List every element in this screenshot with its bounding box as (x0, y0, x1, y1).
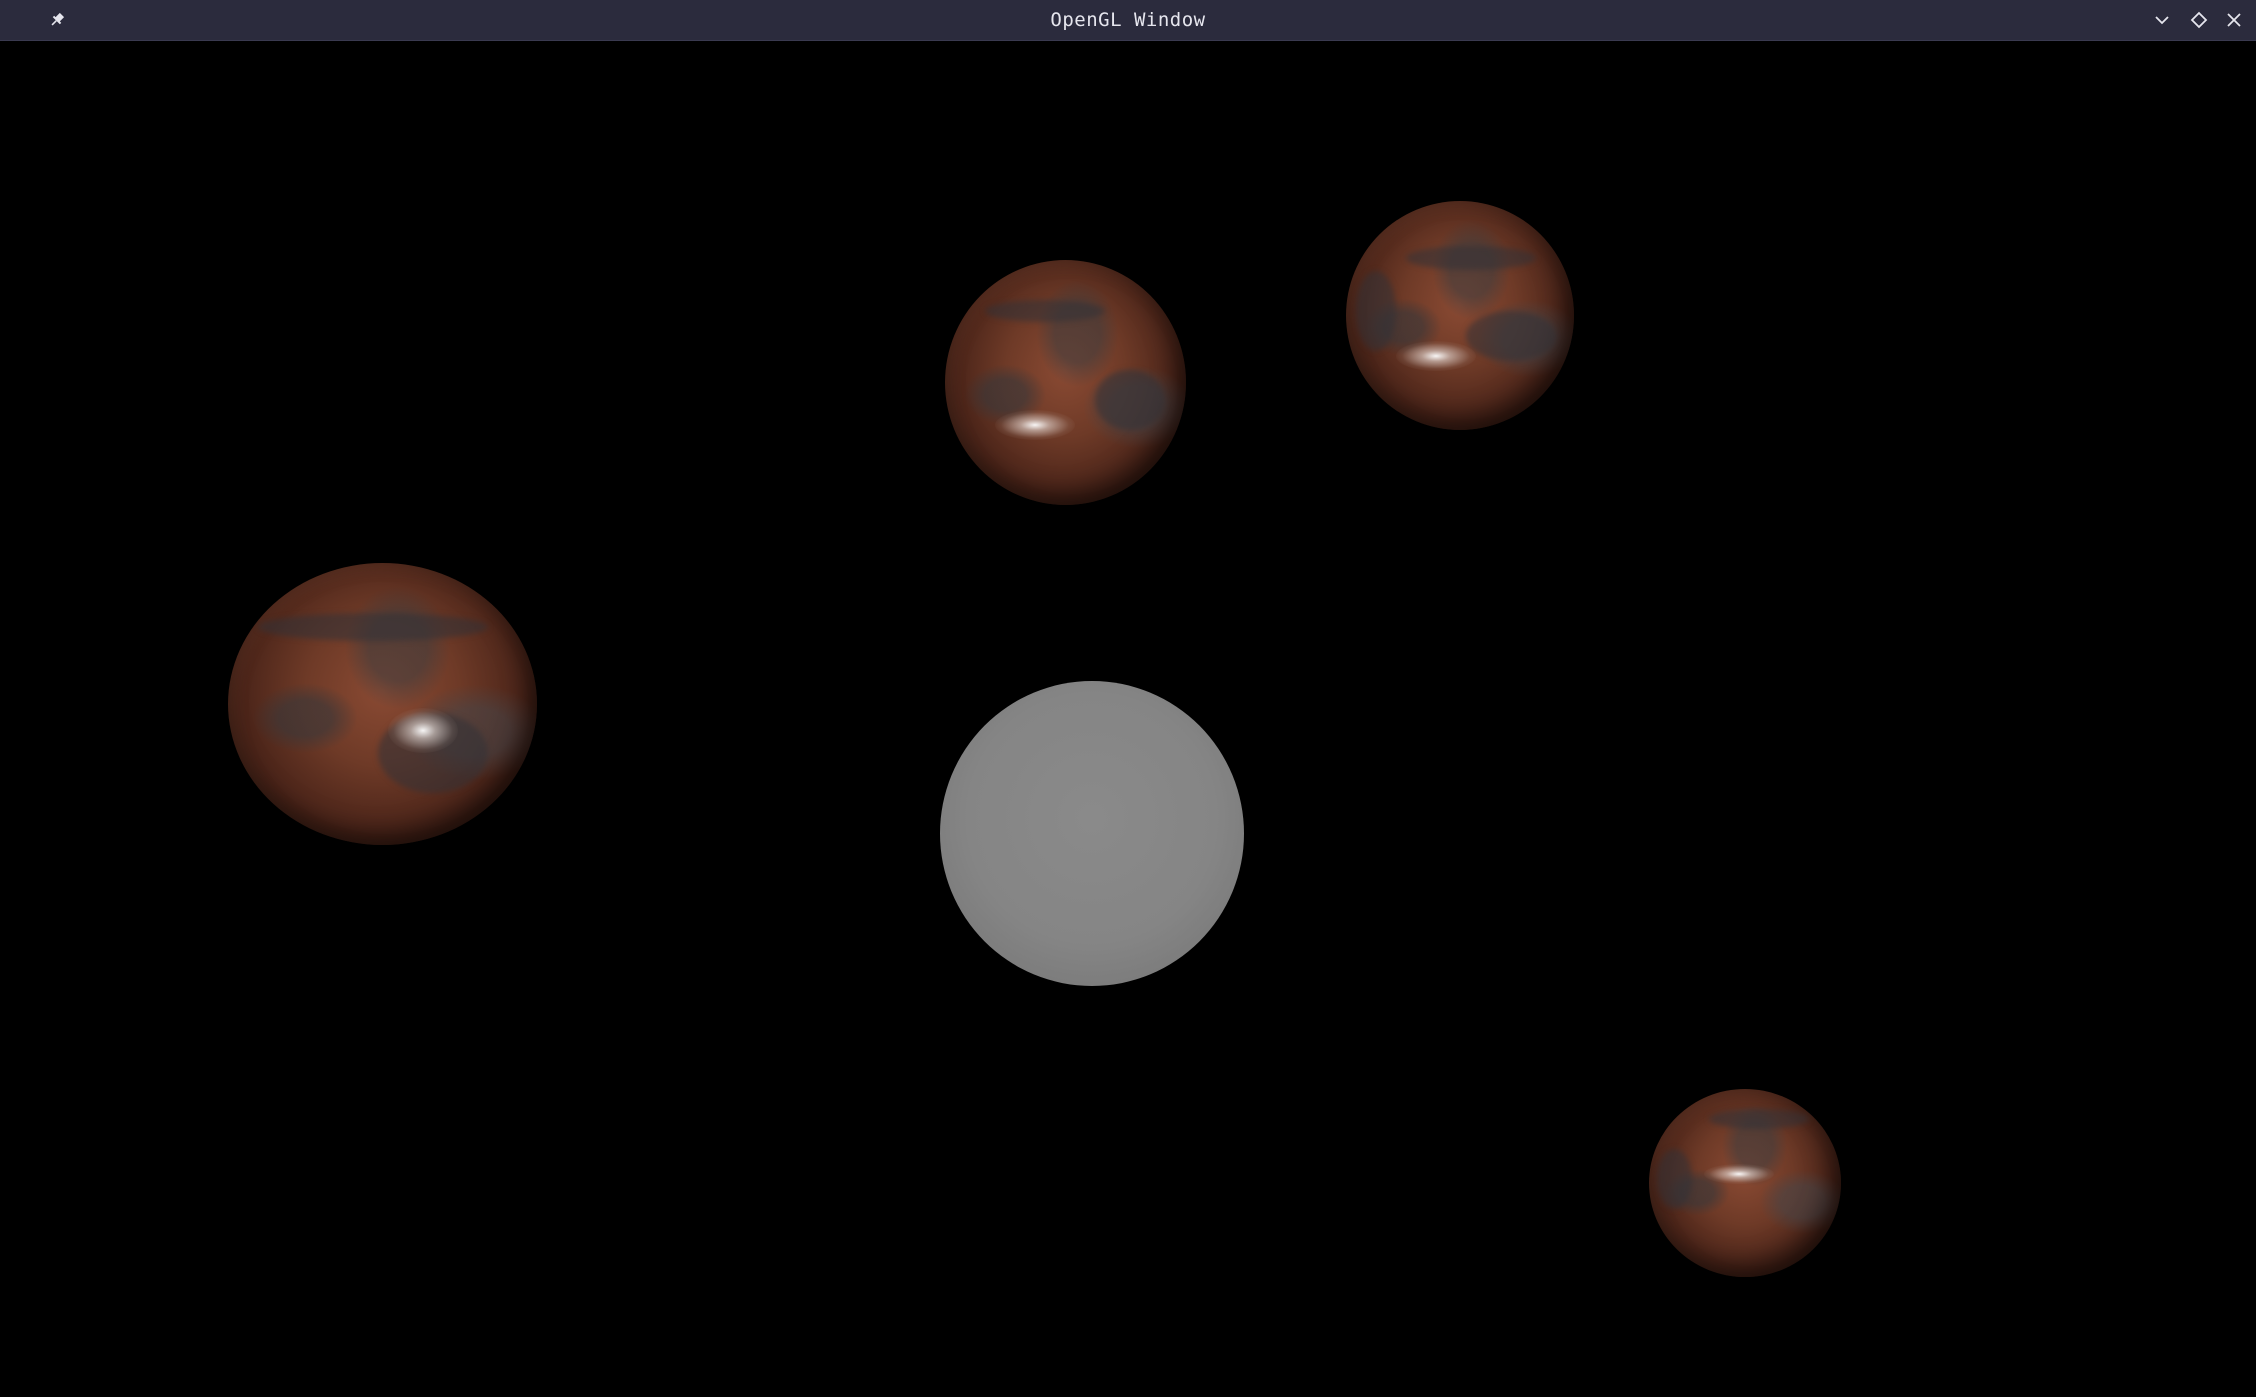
title-bar[interactable]: OpenGL Window (0, 0, 2256, 41)
light-source-sphere (940, 681, 1244, 986)
minimize-button[interactable] (2148, 6, 2176, 34)
rust-planet (1346, 201, 1574, 430)
opengl-viewport[interactable] (0, 41, 2256, 1397)
rust-planet (945, 260, 1186, 505)
diamond-icon (2190, 11, 2208, 29)
opengl-window: OpenGL Window (0, 0, 2256, 1397)
close-icon (2225, 11, 2243, 29)
chevron-down-icon (2153, 11, 2171, 29)
maximize-button[interactable] (2185, 6, 2213, 34)
close-button[interactable] (2220, 6, 2248, 34)
rust-planet (1649, 1089, 1841, 1277)
window-title: OpenGL Window (1050, 9, 1206, 31)
rust-planet (228, 563, 537, 845)
